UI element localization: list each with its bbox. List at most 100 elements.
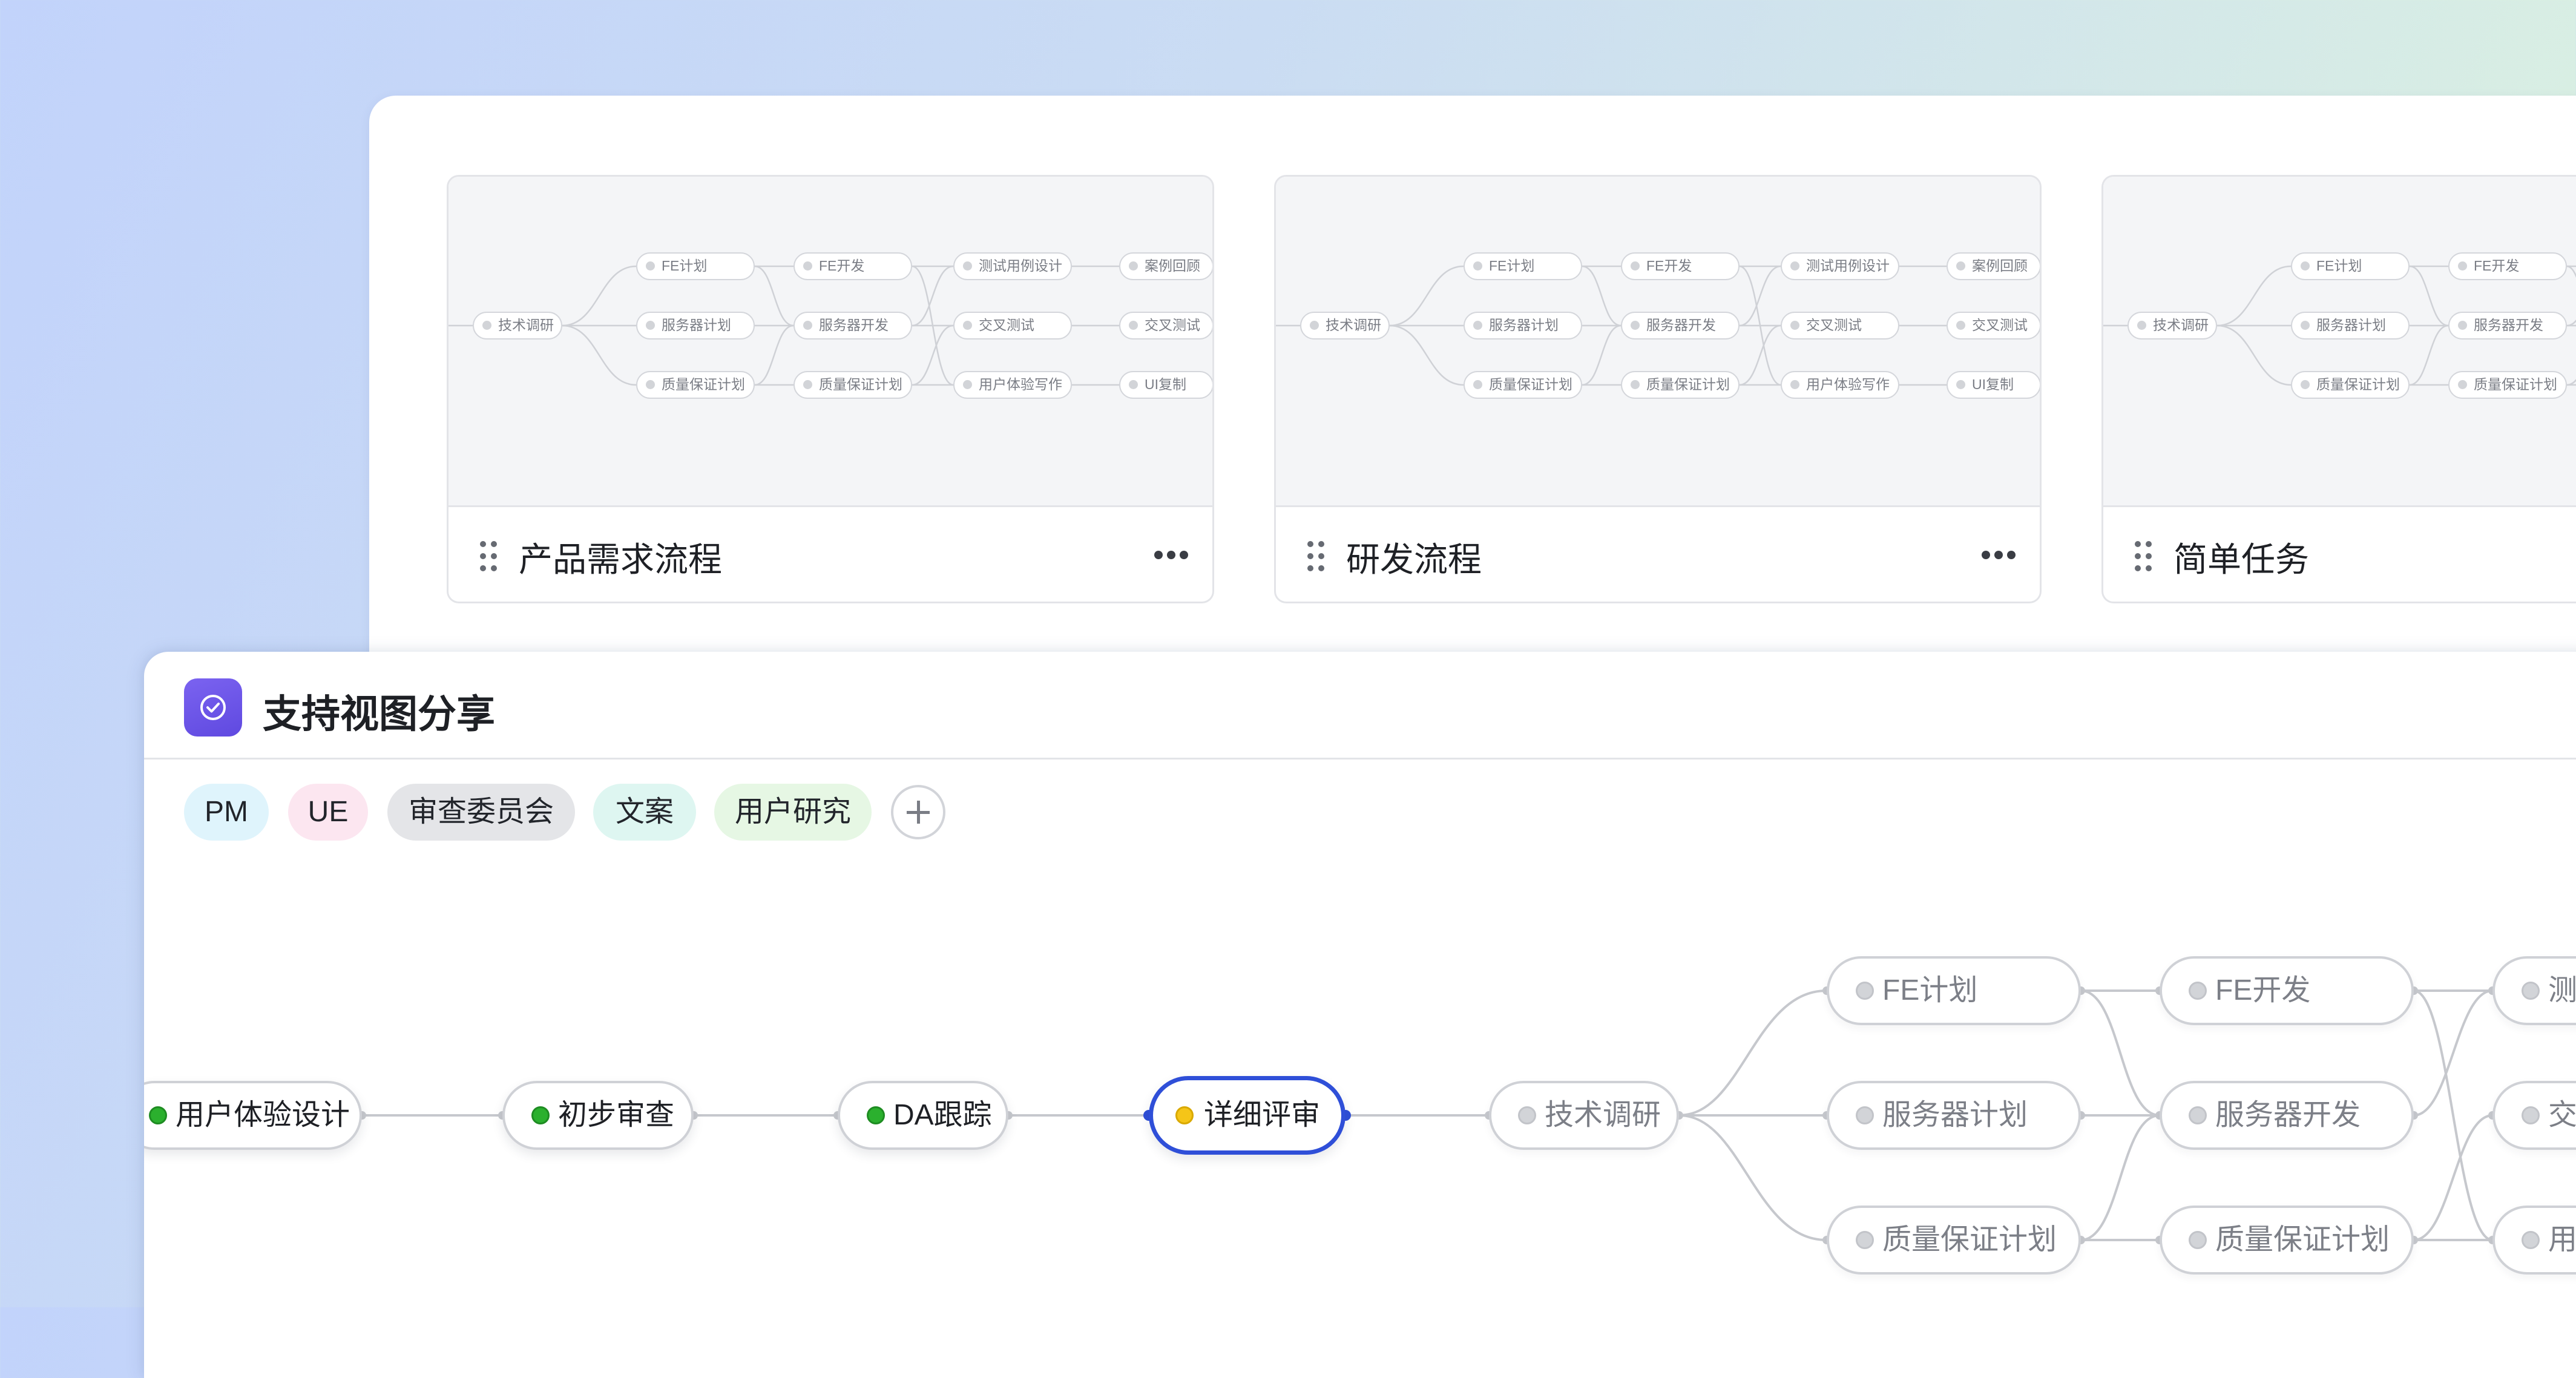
preview-node-label: 案例回顾 (1972, 258, 2028, 274)
flow-node[interactable]: 质量保证计划 (2160, 1206, 2414, 1275)
node-label: 用户体验设计 (176, 1099, 350, 1131)
flow-node[interactable]: FE计划 (1827, 956, 2081, 1025)
preview-node: 交叉测试 (953, 312, 1072, 340)
preview-connector (912, 324, 954, 386)
node-label: 服务器开发 (2215, 1099, 2361, 1131)
preview-node-label: 测试用例设计 (1806, 258, 1890, 274)
card-footer: 产品需求流程 (448, 507, 1212, 602)
status-dot (646, 321, 655, 330)
flow-node[interactable]: 质量保证计划 (1827, 1206, 2081, 1275)
status-dot (1956, 380, 1965, 389)
drag-handle-icon[interactable] (2135, 541, 2153, 571)
node-label: 服务器计划 (1882, 1099, 2028, 1131)
preview-node: 服务器开发 (2448, 312, 2567, 340)
flow-node[interactable]: 测 (2492, 956, 2576, 1025)
status-dot (2458, 380, 2467, 389)
preview-connector (1582, 324, 1622, 386)
node-label: DA跟踪 (893, 1099, 992, 1131)
preview-node-label: FE计划 (662, 258, 708, 274)
preview-node-label: FE开发 (2474, 258, 2520, 274)
status-dot (867, 1106, 885, 1124)
preview-node: 质量保证计划 (1621, 371, 1740, 399)
status-dot (803, 380, 812, 389)
flow-node[interactable]: 服务器开发 (2160, 1081, 2414, 1150)
status-dot (1631, 261, 1640, 271)
status-dot (2189, 1231, 2207, 1249)
preview-node: 技术调研 (473, 312, 562, 340)
status-dot (531, 1106, 550, 1124)
preview-node: 质量保证计划 (1464, 371, 1582, 399)
template-card[interactable]: 技术调研FE计划服务器计划质量保证计划FE开发服务器开发质量保证计划测试用例设计… (1274, 175, 2042, 603)
status-dot (1856, 1231, 1874, 1249)
status-dot (1129, 261, 1138, 271)
more-horizontal-icon[interactable] (1154, 550, 1188, 560)
flow-node[interactable]: FE开发 (2160, 956, 2414, 1025)
flow-node[interactable]: 用户体验设计 (144, 1081, 362, 1150)
preview-node-label: 质量保证计划 (2474, 376, 2557, 392)
preview-connector (754, 265, 794, 327)
preview-node-label: FE开发 (1646, 258, 1692, 274)
preview-node: FE开发 (2448, 252, 2567, 280)
status-dot (1518, 1106, 1536, 1124)
template-card[interactable]: 技术调研FE计划服务器计划质量保证计划FE开发服务器开发质量保证计划测试用例设计… (447, 175, 1214, 603)
node-label: 用 (2548, 1224, 2576, 1256)
status-dot (1473, 380, 1482, 389)
status-dot (2301, 380, 2310, 389)
preview-node: FE计划 (1464, 252, 1582, 280)
flow-node-selected[interactable]: 详细评审 (1149, 1076, 1346, 1155)
status-dot (2458, 261, 2467, 271)
preview-node: FE开发 (1621, 252, 1740, 280)
preview-node-label: 用户体验写作 (979, 376, 1062, 392)
preview-node-label: 服务器计划 (2316, 317, 2386, 333)
preview-node: FE计划 (636, 252, 755, 280)
preview-node: 质量保证计划 (2448, 371, 2567, 399)
preview-connector (2566, 319, 2576, 327)
status-dot (2137, 321, 2146, 330)
preview-node: 案例回顾 (1119, 252, 1212, 280)
flow-node[interactable]: 用 (2492, 1206, 2576, 1275)
status-dot (1473, 321, 1482, 330)
preview-connector (1389, 265, 1464, 327)
status-dot (1790, 261, 1799, 271)
status-dot (963, 321, 972, 330)
node-label: 质量保证计划 (1882, 1224, 2057, 1256)
more-horizontal-icon[interactable] (1982, 550, 2016, 560)
preview-node-label: 技术调研 (1326, 317, 1381, 333)
preview-connectors (448, 265, 1119, 386)
status-dot (1310, 321, 1319, 330)
drag-handle-icon[interactable] (1307, 541, 1326, 571)
preview-connector (1582, 265, 1622, 327)
drag-handle-icon[interactable] (480, 541, 498, 571)
preview-node: 测试用例设计 (953, 252, 1072, 280)
flow-node[interactable]: 技术调研 (1489, 1081, 1679, 1150)
preview-node: FE计划 (2291, 252, 2410, 280)
preview-node-label: 案例回顾 (1145, 258, 1200, 274)
preview-connectors (2103, 265, 2576, 386)
preview-node-label: UI复制 (1972, 376, 2014, 392)
preview-connector (2409, 265, 2449, 327)
status-dot (1856, 982, 1874, 1000)
preview-node-label: 测试用例设计 (979, 258, 1062, 274)
flow-node[interactable]: 服务器计划 (1827, 1081, 2081, 1150)
flow-node[interactable]: DA跟踪 (838, 1081, 1008, 1150)
template-card[interactable]: 技术调研FE计划服务器计划质量保证计划FE开发服务器开发质量保证计划测试用例设计… (2101, 175, 2576, 603)
preview-connector (2409, 324, 2449, 386)
node-label: 技术调研 (1545, 1099, 1661, 1131)
status-dot (2458, 321, 2467, 330)
status-dot (2301, 321, 2310, 330)
status-dot (1956, 321, 1965, 330)
preview-node: 用户体验写作 (953, 371, 1072, 399)
preview-node-label: 服务器计划 (662, 317, 731, 333)
flow-node[interactable]: 初步审查 (502, 1081, 694, 1150)
preview-node-label: 服务器开发 (1646, 317, 1716, 333)
preview-node: 技术调研 (1300, 312, 1390, 340)
preview-node: 服务器计划 (2291, 312, 2410, 340)
status-dot (803, 321, 812, 330)
card-footer: 简单任务 (2103, 507, 2576, 602)
flow-node[interactable]: 交 (2492, 1081, 2576, 1150)
preview-connector (1389, 324, 1464, 386)
status-dot (2522, 1106, 2540, 1124)
preview-connector (912, 265, 954, 327)
card-preview: 技术调研FE计划服务器计划质量保证计划FE开发服务器开发质量保证计划测试用例设计… (2103, 177, 2576, 507)
status-dot (1856, 1106, 1874, 1124)
